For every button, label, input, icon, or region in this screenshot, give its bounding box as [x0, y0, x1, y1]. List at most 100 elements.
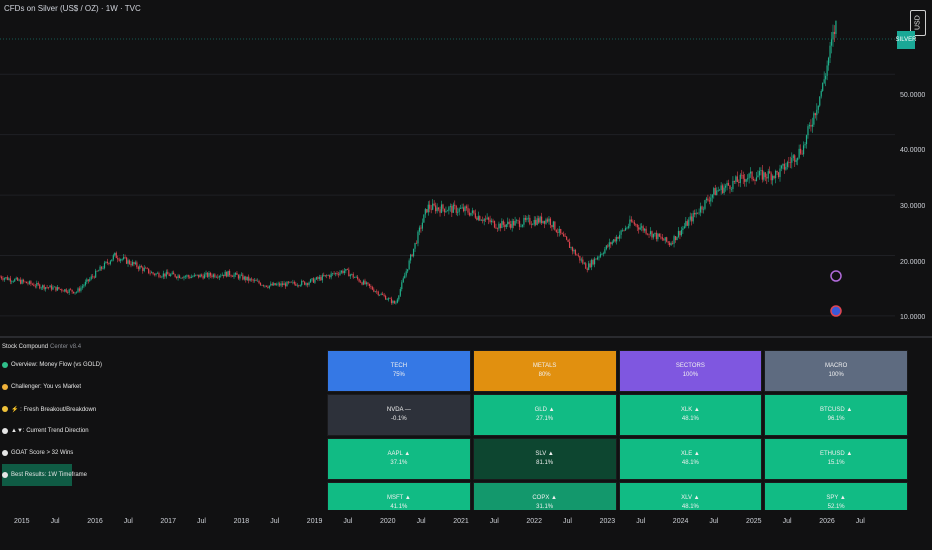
- candle-body: [736, 176, 738, 182]
- legend-item[interactable]: Overview: Money Flow (vs GOLD): [2, 354, 102, 376]
- legend-dot-icon: [2, 428, 8, 434]
- candle-body: [21, 279, 23, 284]
- candle-body: [17, 277, 19, 281]
- candle-body: [220, 275, 222, 277]
- x-axis[interactable]: 2015 Jul 2016 Jul 2017 Jul 2018 Jul 2019 Jul 2020 J…: [0, 510, 932, 550]
- candle-body: [376, 291, 378, 293]
- candle-body: [258, 280, 260, 284]
- candle-body: [418, 227, 421, 232]
- candle-body: [688, 219, 690, 226]
- candle-body: [233, 274, 235, 277]
- candle-body: [769, 171, 771, 174]
- candle-body: [744, 178, 746, 182]
- candle-body: [789, 162, 791, 164]
- candle-body: [371, 286, 373, 290]
- heatmap-cell: XLK ▲ 48.1%: [618, 394, 763, 436]
- candle-body: [224, 271, 226, 277]
- price-chart[interactable]: CFDs on Silver (US$ / OZ) · 1W · TVC USD…: [0, 0, 932, 335]
- candle-body: [669, 242, 671, 246]
- candle-body: [271, 283, 273, 286]
- heatmap-header-cell: SECTORS 100%: [618, 350, 763, 392]
- candle-body: [468, 212, 471, 216]
- candle-body: [723, 187, 725, 194]
- candle-body: [373, 289, 375, 292]
- candle-body: [826, 65, 828, 76]
- price-chart-svg[interactable]: [0, 0, 932, 335]
- legend-item[interactable]: ⚡ : Fresh Breakout/Breakdown: [2, 398, 96, 420]
- candle-body: [128, 260, 131, 264]
- candle-body: [732, 180, 734, 190]
- candle-body: [683, 226, 685, 229]
- candle-body: [333, 273, 335, 274]
- candle-body: [598, 256, 600, 258]
- candle-body: [240, 274, 242, 276]
- candle-body: [20, 279, 22, 284]
- legend-item-label: Best Results: 1W Timeframe: [11, 472, 88, 478]
- candle-body: [446, 210, 449, 212]
- cell-value: 48.1%: [681, 460, 699, 466]
- x-axis-label: Jul: [563, 518, 572, 525]
- candle-body: [6, 277, 8, 280]
- candle-body: [228, 270, 231, 276]
- candle-body: [689, 216, 691, 220]
- legend-item[interactable]: Challenger: You vs Market: [2, 376, 81, 398]
- candle-body: [436, 207, 438, 212]
- candle-body: [579, 255, 581, 261]
- candle-body: [782, 163, 784, 166]
- legend-item[interactable]: Best Results: 1W Timeframe: [2, 464, 87, 486]
- candle-body: [641, 226, 643, 228]
- candle-body: [312, 278, 315, 283]
- candle-body: [133, 262, 135, 265]
- candle-body: [504, 224, 506, 228]
- candle-body: [420, 227, 422, 229]
- candle-body: [9, 278, 11, 282]
- candle-body: [153, 273, 156, 275]
- candle-body: [209, 272, 212, 276]
- candle-body: [39, 284, 41, 289]
- candle-body: [819, 96, 821, 106]
- candle-body: [442, 204, 444, 209]
- x-axis-label: 2016: [87, 518, 103, 525]
- legend-title[interactable]: Stock Compound Center v8.4: [2, 340, 81, 354]
- candle-body: [735, 176, 737, 182]
- candle-body: [807, 126, 809, 136]
- candle-body: [148, 268, 150, 274]
- legend-rows: Overview: Money Flow (vs GOLD) Challenger…: [2, 354, 102, 486]
- candle-body: [692, 213, 694, 222]
- heatmap-cell: XLE ▲ 48.1%: [618, 438, 763, 480]
- candle-body: [33, 284, 35, 287]
- candle-body: [686, 221, 688, 226]
- candle-body: [479, 216, 481, 221]
- candle-body: [513, 220, 515, 226]
- y-axis-label: 10.0000: [900, 314, 926, 321]
- candle-body: [608, 242, 610, 247]
- legend-item[interactable]: ▲▼: Current Trend Direction: [2, 420, 89, 442]
- candle-body: [623, 230, 625, 231]
- cell-value: 81.1%: [536, 460, 554, 466]
- legend-item[interactable]: GOAT Score > 32 Wins: [2, 442, 73, 464]
- candle-body: [645, 228, 647, 234]
- candle-body: [482, 220, 484, 222]
- candle-body: [190, 276, 192, 278]
- pane-divider[interactable]: [0, 336, 932, 338]
- candle-body: [695, 212, 697, 215]
- x-axis-label: 2021: [453, 518, 469, 525]
- indicator-panel: Stock Compound Center v8.4 Overview: Mon…: [0, 340, 932, 524]
- candle-body: [103, 262, 106, 269]
- candle-body: [437, 207, 440, 210]
- candle-body: [699, 206, 702, 213]
- candle-body: [401, 282, 403, 290]
- candle-body: [351, 273, 353, 275]
- candle-body: [12, 281, 14, 283]
- candle-body: [582, 259, 584, 264]
- candle-body: [674, 236, 677, 241]
- y-axis-label: 50.0000: [900, 92, 926, 99]
- candle-body: [355, 276, 357, 278]
- candle-body: [67, 292, 69, 293]
- x-axis-label: Jul: [489, 518, 499, 525]
- candle-body: [330, 273, 332, 278]
- candle-body: [749, 171, 752, 174]
- candle-body: [568, 241, 571, 248]
- candle-body: [702, 208, 705, 210]
- candle-body: [80, 287, 82, 291]
